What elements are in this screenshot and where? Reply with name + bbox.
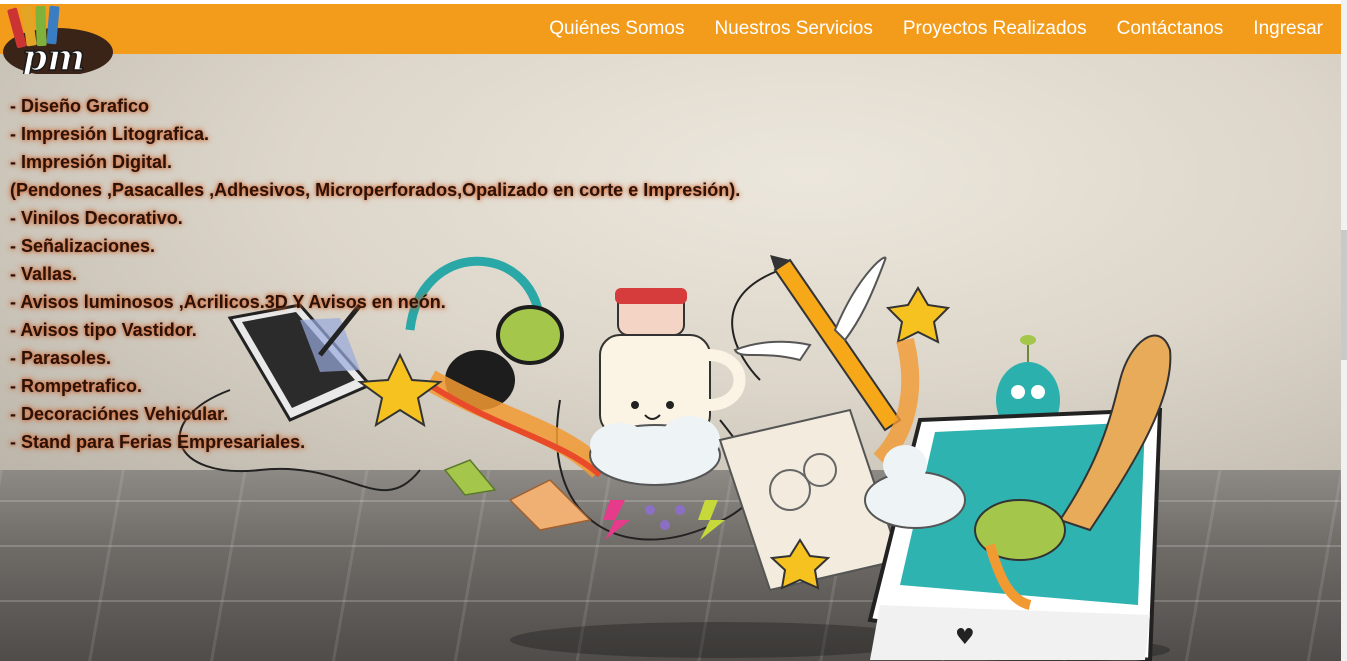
- nav-nuestros-servicios[interactable]: Nuestros Servicios: [714, 18, 872, 40]
- scrollbar-thumb[interactable]: [1341, 230, 1347, 360]
- service-item: - Avisos tipo Vastidor.: [10, 320, 197, 340]
- service-item: - Avisos luminosos ,Acrilicos.3D Y Aviso…: [10, 292, 446, 312]
- nav-proyectos-realizados[interactable]: Proyectos Realizados: [903, 18, 1087, 40]
- top-navbar: Quiénes Somos Nuestros Servicios Proyect…: [0, 4, 1341, 54]
- service-item: - Parasoles.: [10, 348, 112, 368]
- nav-contactanos[interactable]: Contáctanos: [1117, 18, 1224, 40]
- service-item: - Vallas.: [10, 264, 78, 284]
- svg-text:pm: pm: [22, 37, 85, 74]
- service-item: - Vinilos Decorativo.: [10, 208, 183, 228]
- service-item: - Señalizaciones.: [10, 236, 156, 256]
- pencil-illustration: [733, 255, 902, 432]
- services-list: - Diseño Grafico - Impresión Litografica…: [10, 92, 740, 456]
- main-nav: Quiénes Somos Nuestros Servicios Proyect…: [519, 4, 1323, 54]
- service-item: (Pendones ,Pasacalles ,Adhesivos, Microp…: [10, 180, 741, 200]
- pm-logo[interactable]: pm: [0, 4, 120, 74]
- svg-text:♥: ♥: [955, 625, 975, 650]
- nav-ingresar[interactable]: Ingresar: [1253, 18, 1323, 40]
- page-scrollbar[interactable]: [1341, 0, 1347, 661]
- service-item: - Stand para Ferias Empresariales.: [10, 432, 306, 452]
- service-item: - Rompetrafico.: [10, 376, 143, 396]
- service-item: - Impresión Litografica.: [10, 124, 210, 144]
- nav-quienes-somos[interactable]: Quiénes Somos: [549, 18, 684, 40]
- service-item: - Decoraciónes Vehicular.: [10, 404, 229, 424]
- service-item: - Impresión Digital.: [10, 152, 173, 172]
- service-item: - Diseño Grafico: [10, 96, 150, 116]
- top-border: [0, 0, 1347, 4]
